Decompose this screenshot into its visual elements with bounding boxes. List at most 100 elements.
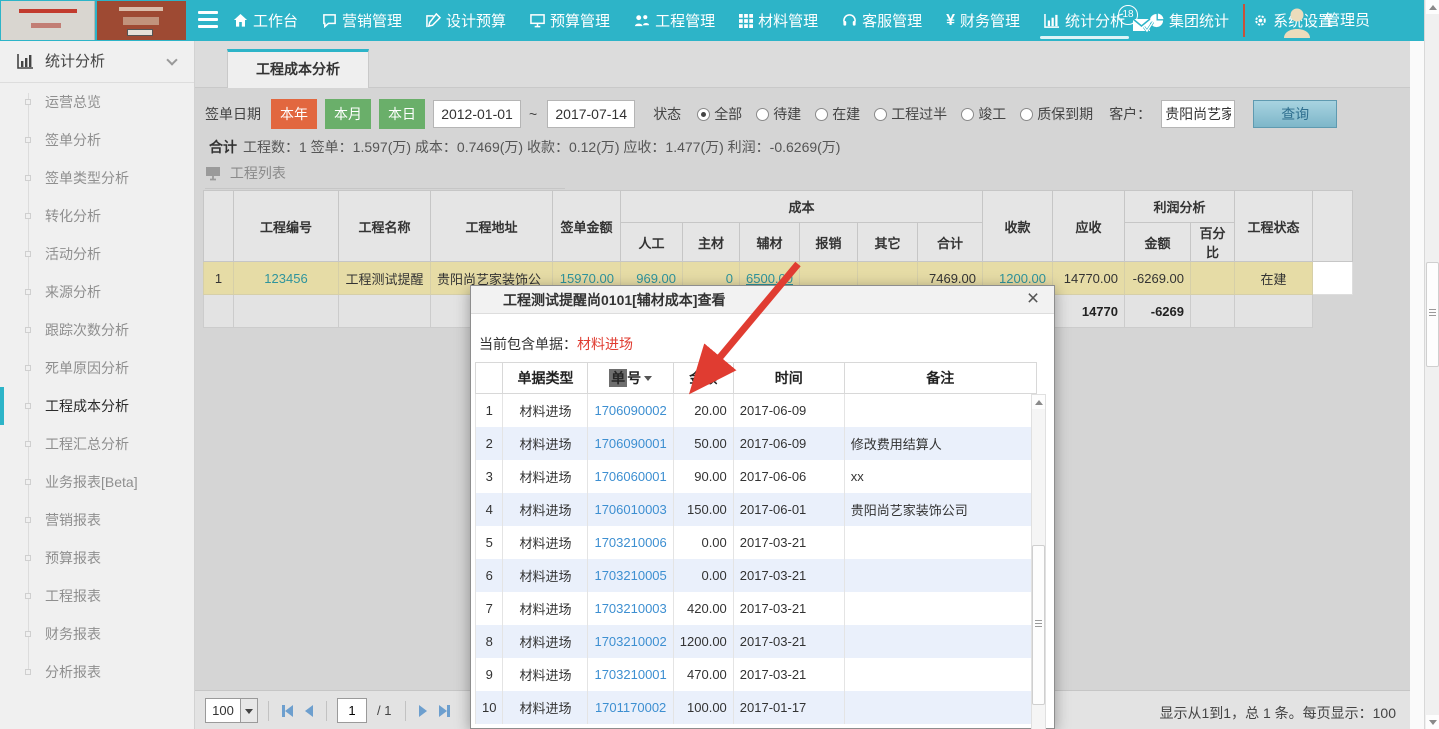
- nav-item-design-budget[interactable]: 设计预算: [426, 0, 506, 41]
- nav-item-statistics[interactable]: 统计分析: [1044, 0, 1125, 41]
- status-radio-in-progress[interactable]: 在建: [815, 104, 860, 124]
- nav-item-workbench[interactable]: 工作台: [233, 0, 298, 41]
- next-page-button[interactable]: [416, 699, 430, 723]
- customer-input[interactable]: [1161, 100, 1235, 128]
- sidebar-item-sign-analysis[interactable]: 签单分析: [0, 121, 194, 159]
- doc-number-link[interactable]: 1703210005: [594, 568, 666, 583]
- col-header-sign-amount: 签单金额: [553, 191, 621, 262]
- nav-item-budget[interactable]: 预算管理: [530, 0, 610, 41]
- nav-item-finance[interactable]: ¥ 财务管理: [946, 0, 1020, 41]
- sidebar-item-sign-type-analysis[interactable]: 签单类型分析: [0, 159, 194, 197]
- status-filter-label: 状态: [653, 104, 681, 124]
- date-filter-label: 签单日期: [205, 104, 261, 124]
- material-row: 4材料进场1706010003150.002017-06-01贵阳尚艺家装饰公司: [476, 493, 1037, 526]
- sidebar-item-operations-overview[interactable]: 运营总览: [0, 83, 194, 121]
- scrollbar-thumb[interactable]: [1032, 545, 1045, 705]
- prev-page-button[interactable]: [302, 699, 316, 723]
- modal-scrollbar[interactable]: [1031, 394, 1046, 729]
- material-row: 6材料进场17032100050.002017-03-21: [476, 559, 1037, 592]
- doc-number-link[interactable]: 1706010003: [594, 502, 666, 517]
- modal-title-bar: 工程测试提醒尚0101[辅材成本]查看 ×: [471, 286, 1054, 314]
- grid-icon: [739, 14, 753, 28]
- aux-material-link[interactable]: 6500.00: [746, 271, 793, 286]
- sidebar-item-business-report[interactable]: 业务报表[Beta]: [0, 463, 194, 501]
- tree-bullet-icon: [25, 403, 31, 409]
- sidebar-item-project-summary-analysis[interactable]: 工程汇总分析: [0, 425, 194, 463]
- nav-item-materials[interactable]: 材料管理: [739, 0, 818, 41]
- cell-profit-amount: -6269.00: [1125, 262, 1191, 295]
- status-radio-half-done[interactable]: 工程过半: [874, 104, 947, 124]
- quick-filter-this-year[interactable]: 本年: [271, 99, 317, 129]
- page-size-select[interactable]: 100: [205, 698, 258, 723]
- doc-number-link[interactable]: 1706090002: [594, 403, 666, 418]
- last-page-button[interactable]: [436, 699, 453, 723]
- tab-bar: 工程成本分析: [195, 41, 1410, 88]
- sidebar-item-project-report[interactable]: 工程报表: [0, 577, 194, 615]
- customer-filter-label: 客户：: [1109, 104, 1151, 124]
- doc-number-link[interactable]: 1703210003: [594, 601, 666, 616]
- divider: [268, 701, 269, 721]
- nav-item-service[interactable]: 客服管理: [842, 0, 922, 41]
- sidebar-item-dead-order-analysis[interactable]: 死单原因分析: [0, 349, 194, 387]
- doc-number-link[interactable]: 1706090001: [594, 436, 666, 451]
- section-title-project-list: 工程列表: [205, 163, 565, 189]
- notification-button[interactable]: 18: [1118, 5, 1174, 37]
- tree-bullet-icon: [25, 555, 31, 561]
- search-button[interactable]: 查询: [1253, 100, 1337, 128]
- sidebar-item-activity-analysis[interactable]: 活动分析: [0, 235, 194, 273]
- modal-col-header-doc-number[interactable]: 单号: [588, 363, 673, 394]
- material-row: 7材料进场1703210003420.002017-03-21: [476, 592, 1037, 625]
- modal-col-header-time: 时间: [733, 363, 844, 394]
- dropdown-arrow-icon[interactable]: [240, 699, 257, 722]
- doc-number-link[interactable]: 1706060001: [594, 469, 666, 484]
- sidebar-item-conversion-analysis[interactable]: 转化分析: [0, 197, 194, 235]
- cell-project-name: 工程测试提醒: [339, 262, 431, 295]
- page-number-input[interactable]: [337, 698, 367, 723]
- radio-checked-icon: [697, 108, 710, 121]
- col-header-project-name: 工程名称: [339, 191, 431, 262]
- sidebar-item-project-cost-analysis[interactable]: 工程成本分析: [0, 387, 194, 425]
- page-count-label: / 1: [377, 703, 391, 718]
- scroll-up-button[interactable]: [1032, 395, 1045, 409]
- cell-empty: [1313, 262, 1353, 295]
- sidebar-header-statistics[interactable]: 统计分析: [0, 41, 194, 83]
- status-radio-completed[interactable]: 竣工: [961, 104, 1006, 124]
- menu-toggle-icon[interactable]: [198, 11, 218, 29]
- quick-filter-today[interactable]: 本日: [379, 99, 425, 129]
- status-radio-pending[interactable]: 待建: [756, 104, 801, 124]
- nav-item-engineering[interactable]: 工程管理: [634, 0, 715, 41]
- doc-number-link[interactable]: 1703210002: [594, 634, 666, 649]
- doc-number-link[interactable]: 1703210001: [594, 667, 666, 682]
- sidebar-item-analysis-report[interactable]: 分析报表: [0, 653, 194, 691]
- scroll-down-button[interactable]: [1426, 715, 1439, 729]
- quick-filter-this-month[interactable]: 本月: [325, 99, 371, 129]
- doc-number-link[interactable]: 1703210006: [594, 535, 666, 550]
- user-name[interactable]: 管理员: [1325, 0, 1370, 41]
- sidebar-item-marketing-report[interactable]: 营销报表: [0, 501, 194, 539]
- user-avatar[interactable]: [1280, 4, 1314, 38]
- sidebar-item-budget-report[interactable]: 预算报表: [0, 539, 194, 577]
- date-to-input[interactable]: [547, 100, 635, 128]
- aux-material-cost-modal: 工程测试提醒尚0101[辅材成本]查看 × 当前包含单据：材料进场 单据类型 单…: [470, 285, 1055, 729]
- summary-totals: 合计工程数：1 签单：1.597(万) 成本：0.7469(万) 收款：0.12…: [209, 137, 840, 157]
- scrollbar-thumb[interactable]: [1426, 262, 1439, 367]
- date-from-input[interactable]: [433, 100, 521, 128]
- status-radio-warranty-expired[interactable]: 质保到期: [1020, 104, 1093, 124]
- doc-number-link[interactable]: 1701170002: [595, 700, 666, 715]
- page-scrollbar[interactable]: [1424, 0, 1439, 729]
- chevron-down-icon: [166, 54, 177, 65]
- first-page-button[interactable]: [279, 699, 296, 723]
- close-icon[interactable]: ×: [1022, 286, 1044, 314]
- nav-item-marketing[interactable]: 营销管理: [322, 0, 402, 41]
- scroll-up-button[interactable]: [1426, 0, 1439, 14]
- sidebar-item-followup-analysis[interactable]: 跟踪次数分析: [0, 311, 194, 349]
- material-row: 8材料进场17032100021200.002017-03-21: [476, 625, 1037, 658]
- material-row: 9材料进场1703210001470.002017-03-21: [476, 658, 1037, 691]
- tab-project-cost-analysis[interactable]: 工程成本分析: [227, 49, 369, 88]
- app-root: 工作台 营销管理 设计预算 预算管理 工程管理 材料管理: [0, 0, 1439, 729]
- sidebar-item-source-analysis[interactable]: 来源分析: [0, 273, 194, 311]
- sidebar-item-finance-report[interactable]: 财务报表: [0, 615, 194, 653]
- divider: [326, 701, 327, 721]
- status-radio-all[interactable]: 全部: [697, 104, 742, 124]
- col-header-aux-material: 辅材: [740, 223, 800, 262]
